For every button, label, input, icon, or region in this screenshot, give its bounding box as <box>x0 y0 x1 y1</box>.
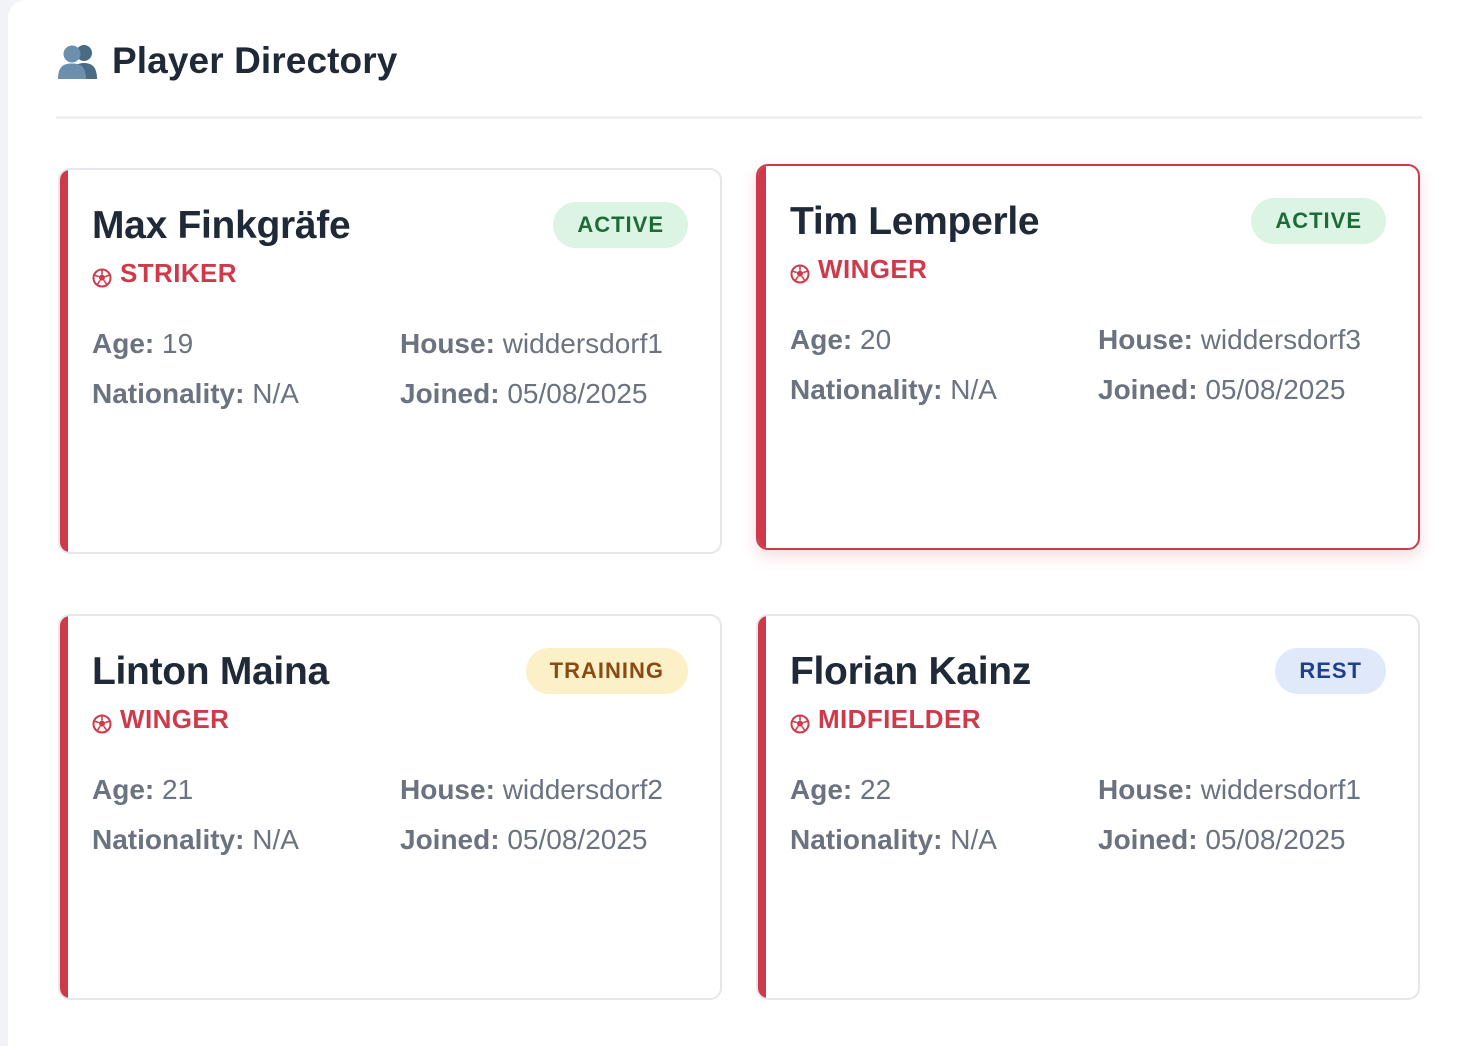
nationality-field: Nationality: N/A <box>790 824 997 856</box>
soccer-ball-icon <box>92 710 112 733</box>
player-name: Max Finkgräfe <box>92 204 351 247</box>
joined-field: Joined: 05/08/2025 <box>400 824 647 856</box>
nationality-label: Nationality: <box>790 374 943 405</box>
joined-value: 05/08/2025 <box>507 824 648 855</box>
age-field: Age: 22 <box>790 774 891 806</box>
player-card[interactable]: Max Finkgräfe ACTIVE STRIKER Age: 19 Hou… <box>58 168 722 554</box>
house-label: House: <box>1098 774 1193 805</box>
header-divider <box>56 116 1422 119</box>
house-label: House: <box>1098 324 1193 355</box>
house-value: widdersdorf3 <box>1200 324 1361 355</box>
status-badge: ACTIVE <box>1251 198 1386 244</box>
joined-label: Joined: <box>400 824 500 855</box>
position-label: WINGER <box>120 704 230 734</box>
nationality-label: Nationality: <box>790 824 943 855</box>
age-value: 22 <box>860 774 892 805</box>
status-badge: REST <box>1275 648 1386 694</box>
nationality-value: N/A <box>950 374 997 405</box>
house-field: House: widdersdorf1 <box>400 328 663 360</box>
age-field: Age: 19 <box>92 328 193 360</box>
joined-label: Joined: <box>1098 824 1198 855</box>
player-directory-panel: Player Directory Max Finkgräfe ACTIVE ST… <box>8 0 1462 1046</box>
joined-value: 05/08/2025 <box>507 378 648 409</box>
joined-value: 05/08/2025 <box>1205 374 1346 405</box>
age-label: Age: <box>92 774 155 805</box>
house-value: widdersdorf1 <box>502 328 663 359</box>
position-label: WINGER <box>818 254 928 284</box>
nationality-value: N/A <box>252 378 299 409</box>
player-card[interactable]: Florian Kainz REST MIDFIELDER Age: 22 Ho… <box>756 614 1420 1000</box>
house-label: House: <box>400 774 495 805</box>
house-value: widdersdorf2 <box>502 774 663 805</box>
nationality-value: N/A <box>950 824 997 855</box>
joined-label: Joined: <box>1098 374 1198 405</box>
age-field: Age: 21 <box>92 774 193 806</box>
joined-field: Joined: 05/08/2025 <box>1098 824 1345 856</box>
age-value: 21 <box>162 774 194 805</box>
age-field: Age: 20 <box>790 324 891 356</box>
soccer-ball-icon <box>92 264 112 287</box>
card-accent-bar <box>758 166 766 548</box>
player-position: WINGER <box>790 254 927 285</box>
player-position: MIDFIELDER <box>790 704 981 735</box>
player-card[interactable]: Tim Lemperle ACTIVE WINGER Age: 20 House… <box>756 164 1420 550</box>
age-label: Age: <box>790 774 853 805</box>
player-card[interactable]: Linton Maina TRAINING WINGER Age: 21 Hou… <box>58 614 722 1000</box>
status-badge: TRAINING <box>525 648 688 694</box>
age-value: 19 <box>162 328 194 359</box>
joined-value: 05/08/2025 <box>1205 824 1346 855</box>
nationality-field: Nationality: N/A <box>92 824 299 856</box>
nationality-value: N/A <box>252 824 299 855</box>
card-accent-bar <box>60 170 68 552</box>
position-label: STRIKER <box>120 258 237 288</box>
player-name: Linton Maina <box>92 650 329 693</box>
player-name: Florian Kainz <box>790 650 1031 693</box>
page-title: Player Directory <box>112 40 398 81</box>
soccer-ball-icon <box>790 260 810 283</box>
people-icon <box>56 41 100 81</box>
card-accent-bar <box>758 616 766 998</box>
nationality-label: Nationality: <box>92 378 245 409</box>
house-value: widdersdorf1 <box>1200 774 1361 805</box>
card-accent-bar <box>60 616 68 998</box>
house-field: House: widdersdorf2 <box>400 774 663 806</box>
player-position: WINGER <box>92 704 229 735</box>
age-label: Age: <box>92 328 155 359</box>
player-position: STRIKER <box>92 258 237 289</box>
nationality-field: Nationality: N/A <box>790 374 997 406</box>
joined-field: Joined: 05/08/2025 <box>1098 374 1345 406</box>
joined-field: Joined: 05/08/2025 <box>400 378 647 410</box>
page-header: Player Directory <box>56 40 397 82</box>
house-label: House: <box>400 328 495 359</box>
nationality-field: Nationality: N/A <box>92 378 299 410</box>
age-label: Age: <box>790 324 853 355</box>
age-value: 20 <box>860 324 892 355</box>
joined-label: Joined: <box>400 378 500 409</box>
house-field: House: widdersdorf3 <box>1098 324 1361 356</box>
status-badge: ACTIVE <box>553 202 688 248</box>
house-field: House: widdersdorf1 <box>1098 774 1361 806</box>
position-label: MIDFIELDER <box>818 704 981 734</box>
nationality-label: Nationality: <box>92 824 245 855</box>
player-name: Tim Lemperle <box>790 200 1040 243</box>
soccer-ball-icon <box>790 710 810 733</box>
